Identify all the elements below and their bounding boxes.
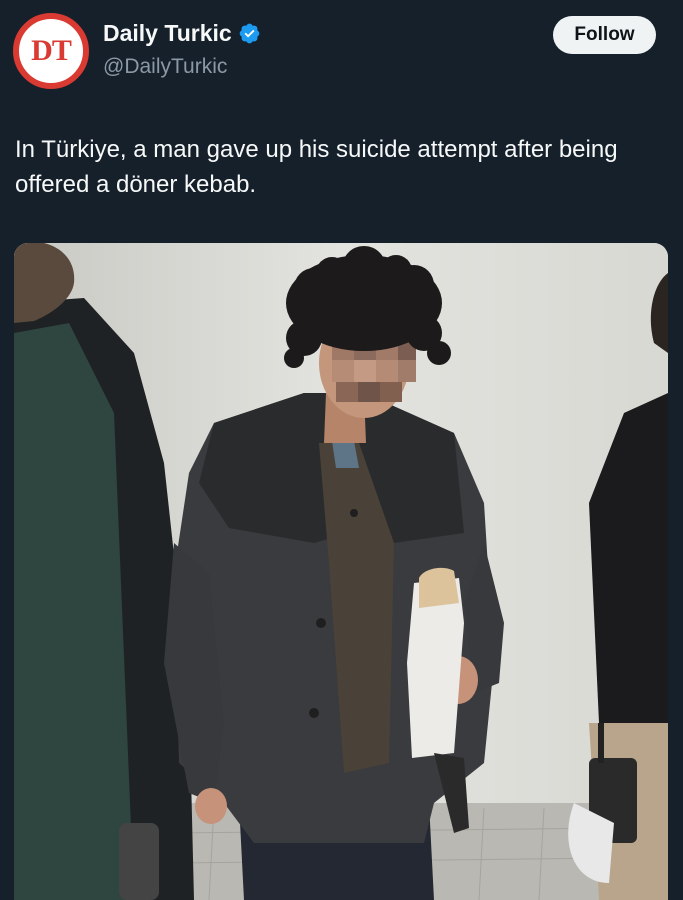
tweet-header: DT Daily Turkic @DailyTurkic Follow: [0, 0, 683, 110]
photo-illustration: [14, 243, 668, 900]
avatar-logo-text: DT: [31, 34, 72, 67]
tweet-text: In Türkiye, a man gave up his suicide at…: [15, 136, 618, 198]
display-name[interactable]: Daily Turkic: [103, 20, 232, 47]
verified-badge-icon: [238, 22, 261, 45]
avatar[interactable]: DT: [13, 13, 89, 89]
tweet-photo[interactable]: [14, 243, 668, 900]
follow-button[interactable]: Follow: [553, 16, 656, 54]
account-handle[interactable]: @DailyTurkic: [103, 55, 227, 79]
account-name-row: Daily Turkic: [103, 20, 261, 47]
